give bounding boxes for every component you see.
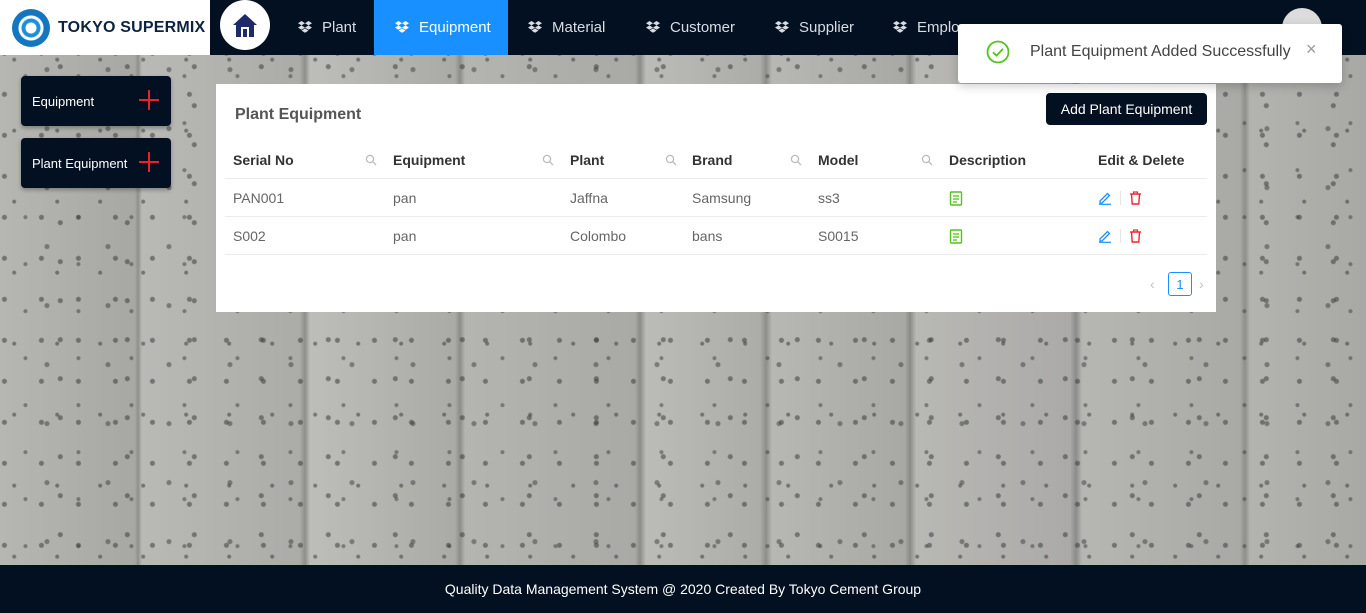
description-icon[interactable] (949, 228, 963, 244)
search-icon[interactable] (790, 154, 802, 166)
check-circle-icon (986, 40, 1010, 64)
search-icon[interactable] (365, 154, 377, 166)
pagination: ‹ 1 › (216, 272, 1216, 296)
cell-actions (1098, 217, 1142, 255)
nav-item-label: Supplier (799, 19, 855, 36)
nav-item-supplier[interactable]: Supplier (775, 0, 854, 55)
nav-item-equipment[interactable]: Equipment (374, 0, 508, 55)
notification-message: Plant Equipment Added Successfully (1030, 43, 1291, 60)
footer: Quality Data Management System @ 2020 Cr… (0, 565, 1366, 613)
cell-plant: Jaffna (570, 190, 608, 206)
cell-description (949, 217, 963, 255)
nav-item-label: Plant (322, 19, 357, 36)
cell-actions (1098, 179, 1142, 217)
action-divider (1120, 191, 1121, 205)
home-button[interactable] (220, 0, 270, 50)
brand[interactable]: TOKYO SUPERMIX (0, 0, 210, 55)
nav-item-label: Equipment (419, 19, 491, 36)
edit-icon[interactable] (1098, 229, 1112, 243)
card-title: Plant Equipment (235, 106, 362, 123)
search-icon[interactable] (665, 154, 677, 166)
delete-icon[interactable] (1129, 191, 1142, 205)
column-header-equipment[interactable]: Equipment (393, 141, 465, 179)
nav-item-employee[interactable]: Emplo (893, 0, 960, 55)
plus-icon (139, 90, 159, 110)
dropbox-icon (528, 21, 542, 33)
footer-text: Quality Data Management System @ 2020 Cr… (444, 581, 922, 597)
column-header-plant[interactable]: Plant (570, 141, 604, 179)
close-icon[interactable]: × (1306, 39, 1317, 60)
table-header-row: Serial No Equipment Plant Brand Model De… (225, 141, 1207, 179)
dropbox-icon (646, 21, 660, 33)
cell-brand: bans (692, 228, 723, 244)
cell-brand: Samsung (692, 190, 752, 206)
home-icon (233, 14, 257, 37)
column-header-serial-no[interactable]: Serial No (233, 141, 294, 179)
edit-icon[interactable] (1098, 191, 1112, 205)
dropbox-icon (893, 21, 907, 33)
search-icon[interactable] (921, 154, 933, 166)
nav-item-plant[interactable]: Plant (298, 0, 356, 55)
equipment-add-button[interactable]: Equipment (21, 76, 171, 126)
dropbox-icon (395, 21, 409, 33)
chevron-left-icon[interactable]: ‹ (1150, 276, 1155, 292)
cell-serial-no: PAN001 (233, 190, 285, 206)
page-number-button[interactable]: 1 (1168, 272, 1192, 296)
search-icon[interactable] (542, 154, 554, 166)
success-notification: Plant Equipment Added Successfully × (958, 24, 1342, 83)
column-header-brand[interactable]: Brand (692, 141, 732, 179)
cell-equipment: pan (393, 190, 417, 206)
nav-item-customer[interactable]: Customer (646, 0, 735, 55)
column-header-description: Description (949, 152, 1027, 168)
chevron-right-icon[interactable]: › (1199, 276, 1204, 292)
action-divider (1120, 229, 1121, 243)
cell-serial-no: S002 (233, 228, 266, 244)
nav-item-label: Customer (670, 19, 736, 36)
plus-icon (139, 152, 159, 172)
nav-item-material[interactable]: Material (528, 0, 605, 55)
table-row: PAN001 pan Jaffna Samsung ss3 (225, 179, 1207, 217)
side-button-label: Equipment (32, 93, 95, 109)
cell-model: S0015 (818, 228, 859, 244)
table-row: S002 pan Colombo bans S0015 (225, 217, 1207, 255)
column-header-edit-delete: Edit & Delete (1098, 152, 1185, 168)
nav-item-label: Material (552, 19, 606, 36)
side-button-label: Plant Equipment (32, 155, 128, 171)
plant-equipment-add-button[interactable]: Plant Equipment (21, 138, 171, 188)
nav-item-label: Emplo (917, 19, 960, 36)
delete-icon[interactable] (1129, 229, 1142, 243)
column-header-model[interactable]: Model (818, 141, 858, 179)
dropbox-icon (775, 21, 789, 33)
cell-plant: Colombo (570, 228, 627, 244)
dropbox-icon (298, 21, 312, 33)
equipment-table: Serial No Equipment Plant Brand Model De… (225, 141, 1207, 255)
add-plant-equipment-button[interactable]: Add Plant Equipment (1046, 93, 1207, 125)
description-icon[interactable] (949, 190, 963, 206)
cell-equipment: pan (393, 228, 417, 244)
tokyo-logo-icon (12, 8, 50, 47)
cell-model: ss3 (818, 190, 840, 206)
brand-name: TOKYO SUPERMIX (58, 18, 206, 36)
cell-description (949, 179, 963, 217)
plant-equipment-card: Plant Equipment Add Plant Equipment Seri… (216, 84, 1216, 312)
